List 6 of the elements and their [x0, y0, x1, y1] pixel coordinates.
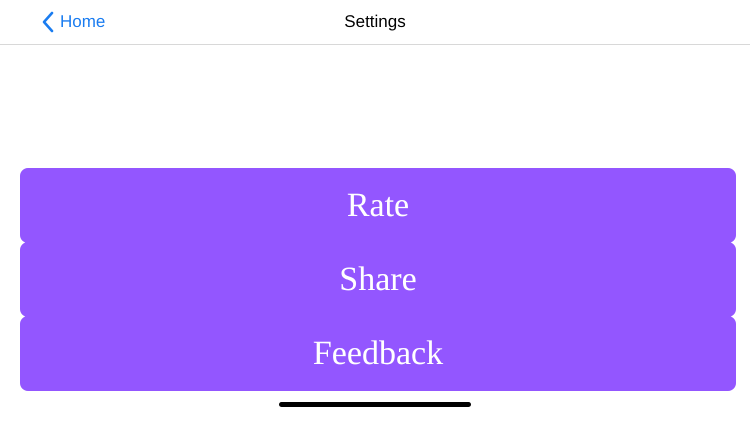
chevron-left-icon: [42, 11, 54, 33]
action-button[interactable]: Share: [20, 242, 736, 317]
action-button[interactable]: Rate: [20, 168, 736, 243]
screen-title: Settings: [344, 12, 406, 32]
action-button[interactable]: Feedback: [20, 316, 736, 391]
back-button[interactable]: Home: [42, 11, 106, 33]
